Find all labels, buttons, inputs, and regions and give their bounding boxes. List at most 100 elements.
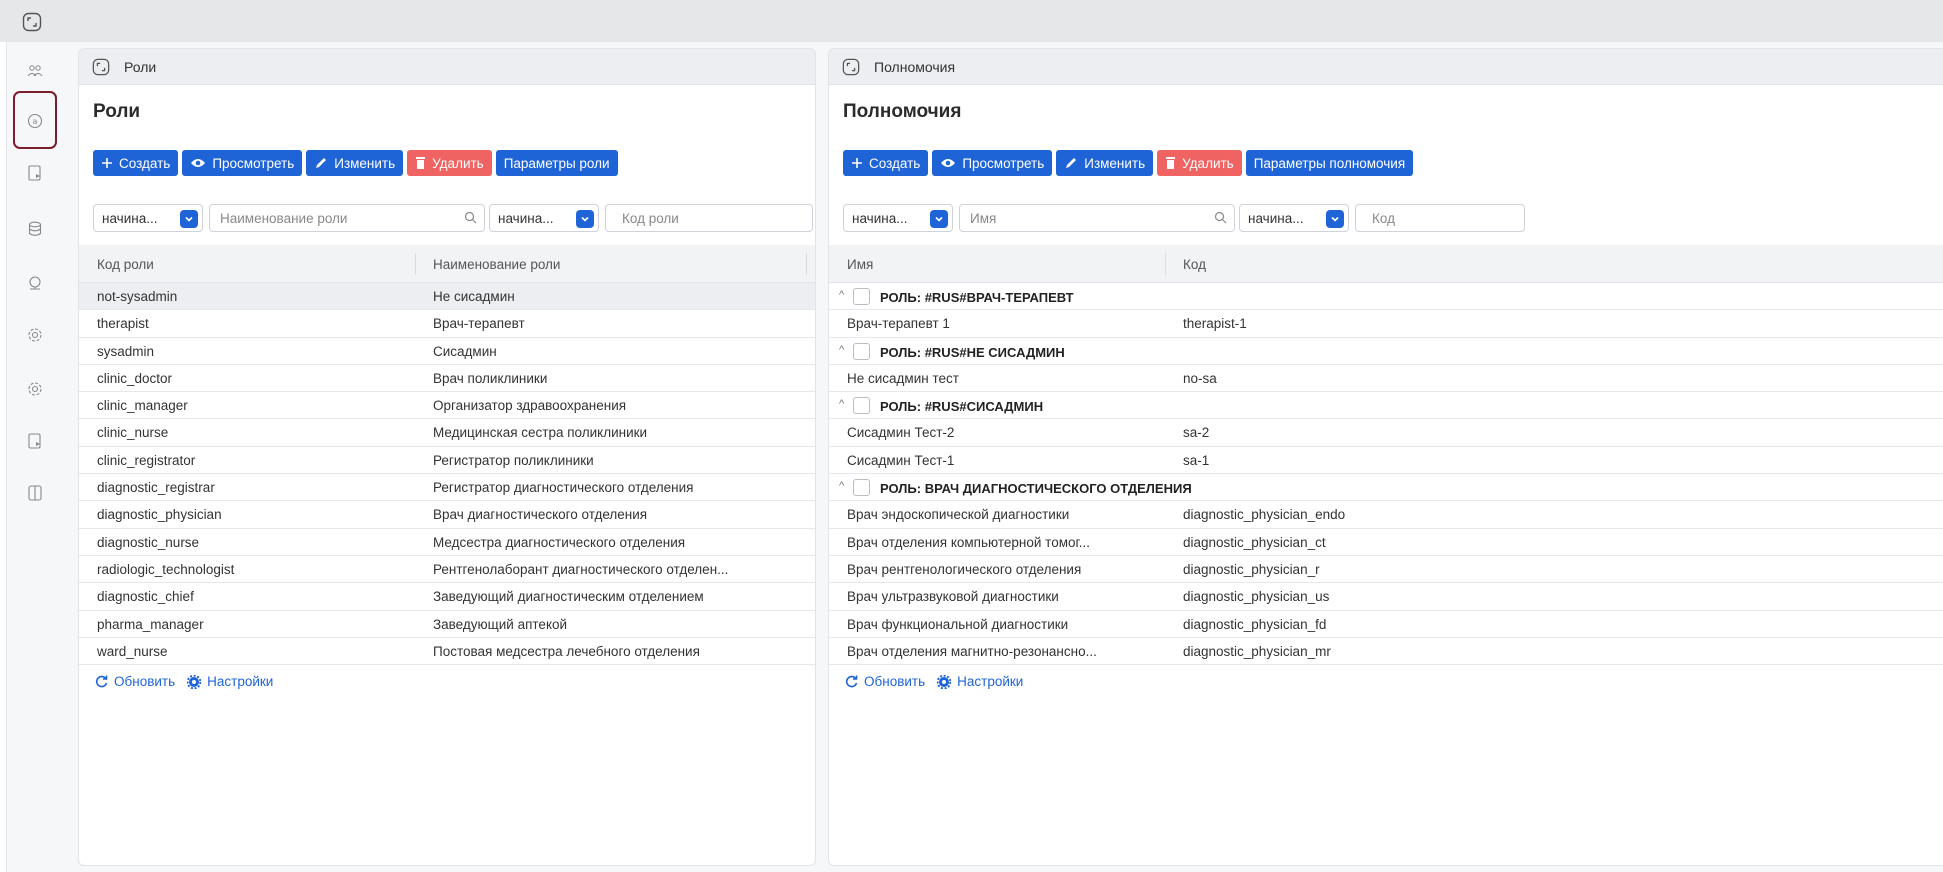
role-params-button[interactable]: Параметры роли xyxy=(495,150,618,176)
table-row[interactable]: radiologic_technologist Рентгенолаборант … xyxy=(79,556,815,584)
table-row[interactable]: Врач-терапевт 1 therapist-1 xyxy=(829,310,1943,338)
table-row[interactable]: clinic_doctor Врач поликлиники xyxy=(79,365,815,393)
cell-code: diagnostic_physician_r xyxy=(1183,561,1320,577)
permission-params-button[interactable]: Параметры полномочия xyxy=(1245,150,1414,176)
edit-button[interactable]: Изменить xyxy=(1056,150,1154,176)
role-name-search-input[interactable] xyxy=(209,204,485,232)
table-row[interactable]: Врач отделения компьютерной томог... diag… xyxy=(829,529,1943,556)
eye-icon xyxy=(191,159,206,167)
users-icon[interactable] xyxy=(22,58,48,84)
settings-alt-icon[interactable] xyxy=(22,376,48,402)
role-code-search-input[interactable] xyxy=(605,204,813,232)
table-row[interactable]: diagnostic_nurse Медсестра диагностическо… xyxy=(79,529,815,556)
book-icon[interactable] xyxy=(22,480,48,506)
delete-button[interactable]: Удалить xyxy=(407,150,492,176)
cell-code: not-sysadmin xyxy=(97,289,178,304)
permission-code-search-input[interactable] xyxy=(1355,204,1525,232)
name-filter-mode-select[interactable]: начина... xyxy=(843,204,953,232)
group-row[interactable]: ^ РОЛЬ: ВРАЧ ДИАГНОСТИЧЕСКОГО ОТДЕЛЕНИЯ xyxy=(829,474,1943,502)
table-row[interactable]: diagnostic_chief Заведующий диагностическ… xyxy=(79,583,815,611)
table-row[interactable]: Врач рентгенологического отделения diagno… xyxy=(829,556,1943,584)
permissions-footer: Обновить Настройки xyxy=(845,674,1023,689)
group-row[interactable]: ^ РОЛЬ: #RUS#СИСАДМИН xyxy=(829,392,1943,420)
cell-name: Врач ультразвуковой диагностики xyxy=(847,589,1059,605)
view-button[interactable]: Просмотреть xyxy=(182,150,303,176)
column-header-name[interactable]: Имя xyxy=(847,257,873,272)
column-separator[interactable] xyxy=(1165,253,1166,275)
roles-panel: Роли Роли Создать Просмотреть Изменить У… xyxy=(78,48,816,866)
cell-code: therapist xyxy=(97,316,149,332)
table-row[interactable]: Врач ультразвуковой диагностики diagnosti… xyxy=(829,583,1943,611)
cell-name: Сисадмин xyxy=(433,343,497,359)
table-row[interactable]: Сисадмин Тест-2 sa-2 xyxy=(829,419,1943,447)
table-row[interactable]: clinic_registrator Регистратор поликлиник… xyxy=(79,447,815,475)
cell-code: pharma_manager xyxy=(97,616,204,632)
create-button[interactable]: Создать xyxy=(93,150,179,176)
settings-button[interactable]: Настройки xyxy=(937,674,1023,689)
edit-button[interactable]: Изменить xyxy=(306,150,404,176)
table-row[interactable]: Сисадмин Тест-1 sa-1 xyxy=(829,447,1943,475)
cell-code: therapist-1 xyxy=(1183,316,1247,332)
table-row[interactable]: Не сисадмин тест no-sa xyxy=(829,365,1943,393)
table-row[interactable]: Врач функциональной диагностики diagnosti… xyxy=(829,611,1943,638)
delete-button[interactable]: Удалить xyxy=(1157,150,1242,176)
cell-name: Врач функциональной диагностики xyxy=(847,616,1069,632)
collapse-icon[interactable]: ^ xyxy=(839,289,844,301)
group-checkbox[interactable] xyxy=(853,288,870,305)
create-button[interactable]: Создать xyxy=(843,150,929,176)
expand-icon[interactable] xyxy=(92,58,110,76)
table-row[interactable]: sysadmin Сисадмин xyxy=(79,338,815,365)
table-row[interactable]: ward_nurse Постовая медсестра лечебного о… xyxy=(79,638,815,666)
cell-code: clinic_manager xyxy=(97,398,188,414)
expand-icon[interactable] xyxy=(842,58,860,76)
settings-button[interactable]: Настройки xyxy=(187,674,273,689)
table-row[interactable]: pharma_manager Заведующий аптекой xyxy=(79,611,815,638)
table-row[interactable]: diagnostic_registrar Регистратор диагност… xyxy=(79,474,815,502)
expand-icon[interactable] xyxy=(22,12,42,32)
column-header-code[interactable]: Код xyxy=(1183,257,1206,272)
refresh-icon xyxy=(95,675,108,688)
name-filter-mode-select[interactable]: начина... xyxy=(93,204,203,232)
network-icon[interactable] xyxy=(22,270,48,296)
permissions-table-header: Имя Код xyxy=(829,245,1943,283)
table-row[interactable]: therapist Врач-терапевт xyxy=(79,310,815,338)
settings-icon[interactable] xyxy=(22,322,48,348)
table-row[interactable]: not-sysadmin Не сисадмин xyxy=(79,283,815,311)
group-checkbox[interactable] xyxy=(853,342,870,360)
table-row[interactable]: Врач эндоскопической диагностики diagnost… xyxy=(829,501,1943,529)
code-filter-mode-select[interactable]: начина... xyxy=(489,204,599,232)
group-checkbox[interactable] xyxy=(853,479,870,497)
role-badge-icon[interactable]: a xyxy=(22,108,48,134)
view-button[interactable]: Просмотреть xyxy=(932,150,1053,176)
cell-code: sysadmin xyxy=(97,343,155,359)
pencil-icon xyxy=(316,158,327,168)
table-row[interactable]: Врач отделения магнитно-резонансно... dia… xyxy=(829,638,1943,666)
group-row[interactable]: ^ РОЛЬ: #RUS#ВРАЧ-ТЕРАПЕВТ xyxy=(829,283,1943,311)
permissions-panel: Полномочия Полномочия Создать Просмотрет… xyxy=(828,48,1943,866)
document-play-icon[interactable] xyxy=(22,428,48,454)
refresh-button[interactable]: Обновить xyxy=(845,674,925,689)
refresh-button[interactable]: Обновить xyxy=(95,674,175,689)
collapse-icon[interactable]: ^ xyxy=(839,398,844,410)
database-icon[interactable] xyxy=(22,216,48,242)
permission-name-search-input[interactable] xyxy=(959,204,1235,232)
group-row[interactable]: ^ РОЛЬ: #RUS#НЕ СИСАДМИН xyxy=(829,338,1943,365)
column-separator[interactable] xyxy=(806,253,807,275)
column-header-code[interactable]: Код роли xyxy=(97,257,154,272)
code-filter-mode-select[interactable]: начина... xyxy=(1239,204,1349,232)
collapse-icon[interactable]: ^ xyxy=(839,344,844,356)
column-header-name[interactable]: Наименование роли xyxy=(433,257,560,272)
group-checkbox[interactable] xyxy=(853,397,870,415)
collapse-icon[interactable]: ^ xyxy=(839,480,844,492)
table-row[interactable]: diagnostic_physician Врач диагностическог… xyxy=(79,501,815,529)
cell-code: clinic_nurse xyxy=(97,425,169,441)
cell-name: Заведующий диагностическим отделением xyxy=(433,589,704,605)
column-separator[interactable] xyxy=(415,253,416,275)
table-row[interactable]: clinic_manager Организатор здравоохранени… xyxy=(79,392,815,420)
page-title: Роли xyxy=(93,101,141,122)
document-play-icon[interactable] xyxy=(22,160,48,186)
cell-name: Постовая медсестра лечебного отделения xyxy=(433,643,700,659)
roles-footer: Обновить Настройки xyxy=(95,674,273,689)
cell-name: Врач-терапевт xyxy=(433,316,525,332)
table-row[interactable]: clinic_nurse Медицинская сестра поликлини… xyxy=(79,419,815,447)
